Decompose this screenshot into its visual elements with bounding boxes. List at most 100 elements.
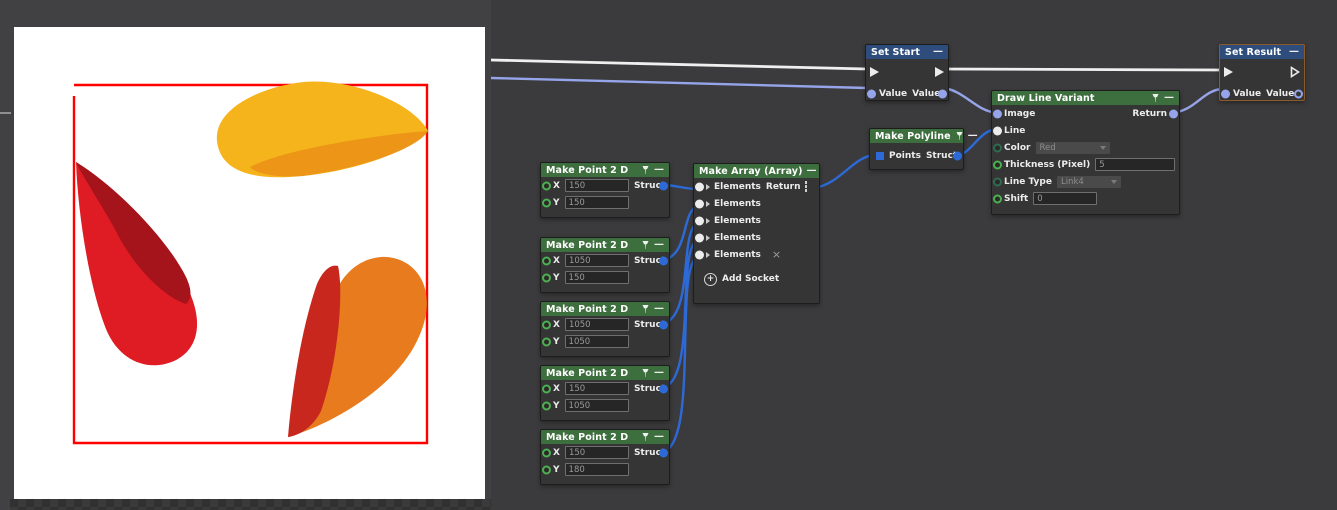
y-input[interactable]	[565, 399, 629, 412]
collapse-icon[interactable]: —	[654, 368, 664, 378]
wire-flow-in[interactable]	[491, 60, 867, 69]
elements-in-socket[interactable]	[695, 182, 704, 191]
pin-icon[interactable]	[955, 131, 964, 141]
collapse-icon[interactable]: —	[807, 166, 817, 176]
collapse-icon[interactable]: —	[654, 432, 664, 442]
y-input[interactable]	[565, 196, 629, 209]
node-set-start[interactable]: Set Start — Value Value	[865, 44, 949, 101]
color-dropdown[interactable]: Red	[1036, 142, 1110, 154]
node-header[interactable]: Draw Line Variant —	[992, 91, 1179, 105]
thickness-input[interactable]	[1095, 158, 1175, 171]
node-header[interactable]: Make Point 2 D —	[541, 302, 669, 316]
line-type-dropdown[interactable]: Link4	[1057, 176, 1121, 188]
wire-array-polyline[interactable]	[814, 155, 875, 188]
elements-in-socket[interactable]	[695, 250, 704, 259]
node-make-point-2d-4[interactable]: Make Point 2 D — X Struct Y	[540, 365, 670, 421]
value-in-socket[interactable]	[1221, 89, 1230, 98]
pin-icon[interactable]	[641, 304, 650, 314]
points-in-socket[interactable]	[876, 152, 884, 160]
wire-flow-setstart-setresult[interactable]	[943, 69, 1222, 70]
x-input[interactable]	[565, 254, 629, 267]
collapse-icon[interactable]: —	[1164, 93, 1174, 103]
x-in-socket[interactable]	[542, 448, 551, 457]
node-make-point-2d-5[interactable]: Make Point 2 D — X Struct Y	[540, 429, 670, 485]
node-header[interactable]: Make Point 2 D —	[541, 163, 669, 177]
node-header[interactable]: Set Start —	[866, 45, 948, 59]
value-out-socket[interactable]	[938, 89, 947, 98]
struct-out-socket[interactable]	[659, 384, 668, 393]
add-socket-label[interactable]: Add Socket	[722, 274, 779, 284]
y-in-socket[interactable]	[542, 465, 551, 474]
color-in-socket[interactable]	[993, 143, 1002, 152]
value-out-socket[interactable]	[1294, 89, 1303, 98]
node-header[interactable]: Make Point 2 D —	[541, 430, 669, 444]
elements-in-socket[interactable]	[695, 216, 704, 225]
elements-in-socket[interactable]	[695, 233, 704, 242]
shift-in-socket[interactable]	[993, 194, 1002, 203]
x-input[interactable]	[565, 179, 629, 192]
collapse-icon[interactable]: —	[654, 165, 664, 175]
struct-out-socket[interactable]	[659, 181, 668, 190]
struct-out-socket[interactable]	[659, 448, 668, 457]
node-make-point-2d-1[interactable]: Make Point 2 D — X Struct Y	[540, 162, 670, 218]
panel-splitter-handle[interactable]	[0, 112, 11, 114]
y-in-socket[interactable]	[542, 401, 551, 410]
y-input[interactable]	[565, 463, 629, 476]
x-in-socket[interactable]	[542, 181, 551, 190]
node-make-polyline[interactable]: Make Polyline — Points Struct	[869, 128, 964, 170]
thickness-in-socket[interactable]	[993, 160, 1002, 169]
node-set-result[interactable]: Set Result — Value Value	[1219, 44, 1305, 101]
collapse-icon[interactable]: —	[1289, 47, 1299, 57]
elements-in-socket[interactable]	[695, 199, 704, 208]
node-header[interactable]: Make Polyline —	[870, 129, 963, 143]
pin-icon[interactable]	[641, 165, 650, 175]
pin-icon[interactable]	[641, 240, 650, 250]
x-in-socket[interactable]	[542, 320, 551, 329]
flow-out-socket[interactable]	[1290, 66, 1300, 78]
collapse-icon[interactable]: —	[968, 131, 978, 141]
y-in-socket[interactable]	[542, 337, 551, 346]
image-in-socket[interactable]	[993, 109, 1002, 118]
pin-icon[interactable]	[1151, 93, 1160, 103]
node-header[interactable]: Make Point 2 D —	[541, 238, 669, 252]
x-in-socket[interactable]	[542, 384, 551, 393]
x-input[interactable]	[565, 446, 629, 459]
flow-in-socket[interactable]	[870, 67, 879, 77]
struct-out-socket[interactable]	[659, 256, 668, 265]
node-header[interactable]: Make Point 2 D —	[541, 366, 669, 380]
return-out-socket[interactable]	[1169, 109, 1178, 118]
node-draw-line-variant[interactable]: Draw Line Variant — Image Return Line Co…	[991, 90, 1180, 215]
y-input[interactable]	[565, 271, 629, 284]
pin-icon[interactable]	[641, 432, 650, 442]
render-preview-canvas[interactable]	[14, 27, 485, 500]
x-input[interactable]	[565, 382, 629, 395]
x-input[interactable]	[565, 318, 629, 331]
node-graph-editor[interactable]: Set Start — Value Value Set Result — Va	[491, 0, 1337, 510]
delete-socket-icon[interactable]: ×	[772, 248, 781, 261]
wire-setstart-image[interactable]	[942, 88, 996, 113]
y-in-socket[interactable]	[542, 198, 551, 207]
node-make-point-2d-3[interactable]: Make Point 2 D — X Struct Y	[540, 301, 670, 357]
y-input[interactable]	[565, 335, 629, 348]
collapse-icon[interactable]: —	[654, 304, 664, 314]
line-in-socket[interactable]	[993, 126, 1002, 135]
flow-out-socket[interactable]	[935, 67, 944, 77]
value-in-socket[interactable]	[867, 89, 876, 98]
flow-in-socket[interactable]	[1224, 67, 1233, 77]
node-header[interactable]: Make Array (Array) —	[694, 164, 819, 178]
y-in-socket[interactable]	[542, 273, 551, 282]
node-header[interactable]: Set Result —	[1220, 45, 1304, 59]
return-grid-socket[interactable]	[805, 181, 807, 192]
collapse-icon[interactable]: —	[654, 240, 664, 250]
x-in-socket[interactable]	[542, 256, 551, 265]
shift-input[interactable]	[1033, 192, 1097, 205]
line-type-in-socket[interactable]	[993, 177, 1002, 186]
node-make-point-2d-2[interactable]: Make Point 2 D — X Struct Y	[540, 237, 670, 293]
struct-out-socket[interactable]	[953, 152, 962, 161]
pin-icon[interactable]	[641, 368, 650, 378]
collapse-icon[interactable]: —	[933, 47, 943, 57]
struct-out-socket[interactable]	[659, 320, 668, 329]
node-make-array[interactable]: Make Array (Array) — Elements Return Ele…	[693, 163, 820, 304]
wire-value-in[interactable]	[491, 78, 867, 88]
add-socket-icon[interactable]: +	[704, 273, 717, 286]
